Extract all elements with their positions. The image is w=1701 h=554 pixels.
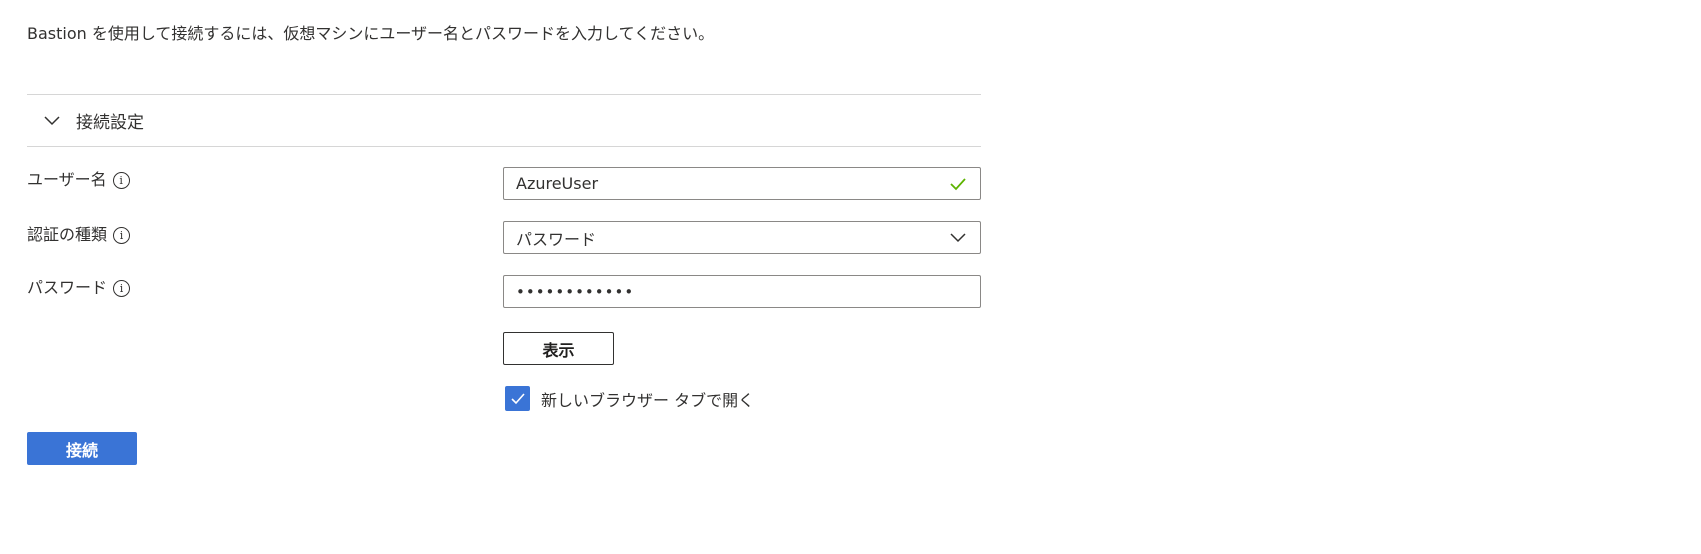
password-input[interactable]: •••••••••••• — [503, 275, 981, 308]
auth-type-dropdown[interactable]: パスワード — [503, 221, 981, 254]
info-icon[interactable]: i — [113, 279, 131, 297]
open-new-tab-option[interactable]: 新しいブラウザー タブで開く — [505, 386, 754, 411]
section-title: 接続設定 — [76, 113, 144, 133]
show-password-button[interactable]: 表示 — [503, 332, 614, 365]
auth-type-value: パスワード — [516, 229, 597, 249]
section-divider-bottom — [27, 146, 981, 147]
checkmark-icon — [950, 177, 966, 190]
chevron-down-icon — [44, 115, 60, 125]
open-new-tab-checkbox[interactable] — [505, 386, 530, 411]
auth-type-label-text: 認証の種類 — [27, 225, 108, 244]
chevron-down-icon — [950, 232, 966, 242]
connection-settings-toggle[interactable]: 接続設定 — [27, 95, 981, 146]
connect-button[interactable]: 接続 — [27, 432, 137, 465]
username-label-text: ユーザー名 — [27, 170, 107, 189]
bastion-connect-page: Bastion を使用して接続するには、仮想マシンにユーザー名とパスワードを入力… — [0, 0, 1701, 554]
password-value: •••••••••••• — [516, 282, 635, 301]
info-icon[interactable]: i — [113, 226, 131, 244]
password-label-text: パスワード — [27, 278, 108, 297]
username-input[interactable]: AzureUser — [503, 167, 981, 200]
open-new-tab-label: 新しいブラウザー タブで開く — [541, 390, 755, 410]
username-value: AzureUser — [516, 174, 599, 193]
check-icon — [510, 392, 525, 404]
intro-text: Bastion を使用して接続するには、仮想マシンにユーザー名とパスワードを入力… — [27, 24, 715, 43]
username-label: ユーザー名 i — [27, 170, 130, 190]
info-icon[interactable]: i — [112, 171, 130, 189]
password-label: パスワード i — [27, 278, 131, 298]
auth-type-label: 認証の種類 i — [27, 225, 131, 245]
